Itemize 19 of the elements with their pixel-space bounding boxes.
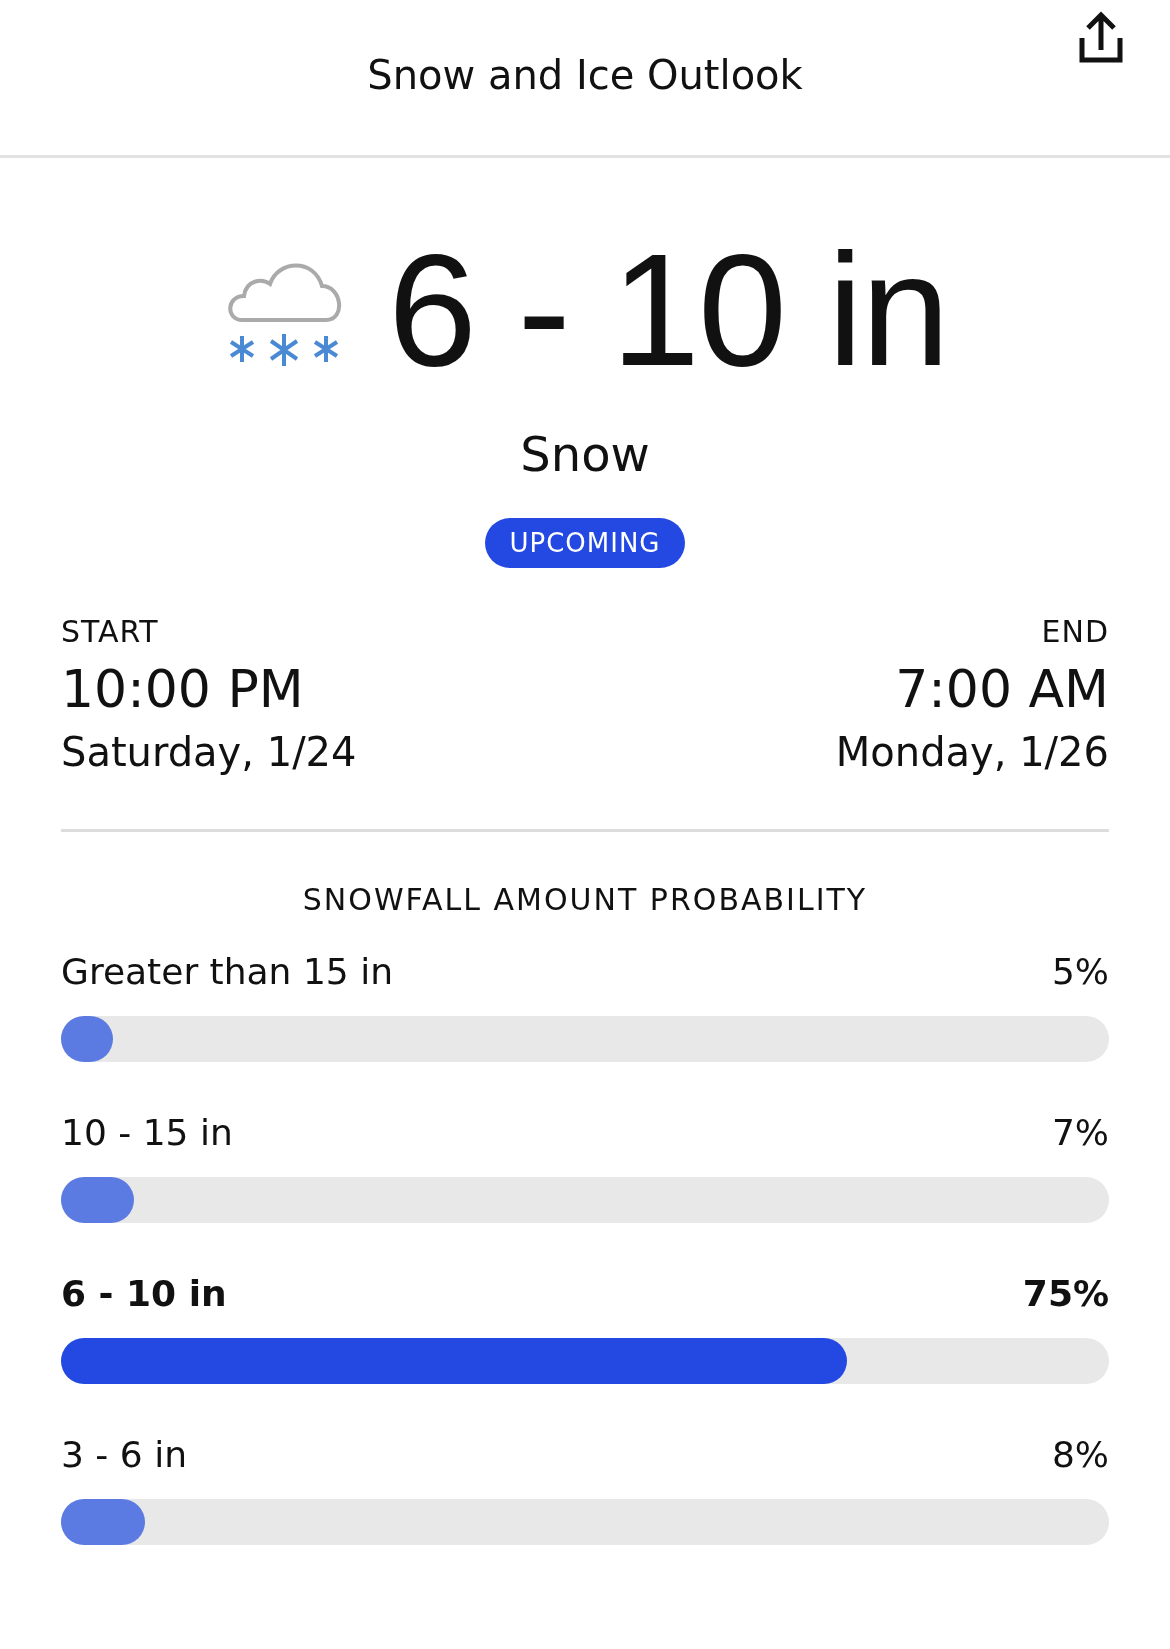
- time-label: END: [1041, 614, 1109, 649]
- section-heading: SNOWFALL AMOUNT PROBABILITY: [301, 882, 869, 917]
- range-label: 6 - 10 in: [61, 1273, 227, 1314]
- time-label: START: [61, 614, 160, 649]
- date-value: Monday, 1/26: [835, 729, 1109, 775]
- range-label: Greater than 15 in: [61, 951, 393, 992]
- time-value: 7:00 AM: [895, 659, 1109, 719]
- probability-value: 8%: [1051, 1434, 1109, 1475]
- time-value: 10:00 PM: [61, 659, 305, 719]
- range-label: 3 - 6 in: [61, 1434, 187, 1475]
- probability-value: 5%: [1051, 951, 1109, 992]
- snowfall-amount: 6 - 10 in: [387, 230, 949, 390]
- status-badge: UPCOMING: [485, 518, 685, 568]
- range-label: 10 - 15 in: [61, 1112, 233, 1153]
- probability-value: 75%: [1022, 1273, 1109, 1314]
- date-value: Saturday, 1/24: [61, 729, 357, 775]
- probability-value: 7%: [1051, 1112, 1109, 1153]
- precipitation-type: Snow: [519, 426, 651, 482]
- screen-title: Snow and Ice Outlook: [367, 51, 803, 98]
